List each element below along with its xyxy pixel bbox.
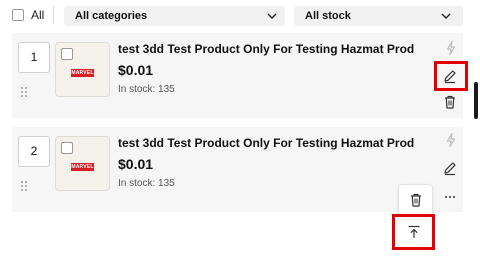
chevron-down-icon bbox=[267, 13, 277, 19]
edit-icon[interactable] bbox=[442, 160, 458, 176]
product-price: $0.01 bbox=[118, 156, 154, 172]
product-image[interactable]: MARVEL bbox=[55, 136, 110, 191]
chevron-down-icon bbox=[441, 13, 451, 19]
divider bbox=[53, 6, 54, 24]
position-input[interactable]: 2 bbox=[18, 136, 50, 167]
stock-filter-select[interactable]: All stock bbox=[294, 6, 463, 26]
move-to-top-button[interactable] bbox=[392, 214, 435, 250]
category-filter-select[interactable]: All categories bbox=[64, 6, 285, 26]
action-popup bbox=[398, 184, 433, 216]
marvel-logo: MARVEL bbox=[71, 163, 94, 171]
toolbar: All All categories All stock bbox=[0, 0, 480, 32]
trash-icon[interactable] bbox=[442, 94, 458, 110]
select-all-label: All bbox=[31, 8, 45, 22]
move-to-top-icon bbox=[408, 225, 420, 238]
product-card: 1 MARVEL test 3dd Test Product Only For … bbox=[12, 33, 463, 118]
more-icon[interactable] bbox=[442, 189, 458, 205]
drag-handle-icon[interactable] bbox=[20, 86, 28, 98]
product-select-checkbox[interactable] bbox=[61, 142, 73, 154]
position-input[interactable]: 1 bbox=[18, 42, 50, 73]
product-title: test 3dd Test Product Only For Testing H… bbox=[118, 42, 415, 56]
scrollbar-thumb[interactable] bbox=[474, 82, 478, 119]
lightning-icon[interactable] bbox=[443, 132, 459, 148]
stock-filter-value: All stock bbox=[305, 10, 351, 22]
product-title: test 3dd Test Product Only For Testing H… bbox=[118, 136, 415, 150]
drag-handle-icon[interactable] bbox=[20, 180, 28, 192]
scrollbar[interactable] bbox=[469, 32, 480, 262]
product-stock: In stock: 135 bbox=[118, 84, 175, 95]
marvel-logo: MARVEL bbox=[71, 69, 94, 77]
product-card: 2 MARVEL test 3dd Test Product Only For … bbox=[12, 127, 463, 212]
product-image[interactable]: MARVEL bbox=[55, 42, 110, 97]
product-price: $0.01 bbox=[118, 62, 154, 78]
category-filter-value: All categories bbox=[75, 10, 148, 22]
product-select-checkbox[interactable] bbox=[61, 48, 73, 60]
edit-button-highlight bbox=[434, 61, 468, 91]
product-stock: In stock: 135 bbox=[118, 178, 175, 189]
lightning-icon[interactable] bbox=[443, 40, 459, 56]
trash-icon[interactable] bbox=[408, 192, 424, 208]
select-all-checkbox[interactable] bbox=[12, 9, 24, 21]
